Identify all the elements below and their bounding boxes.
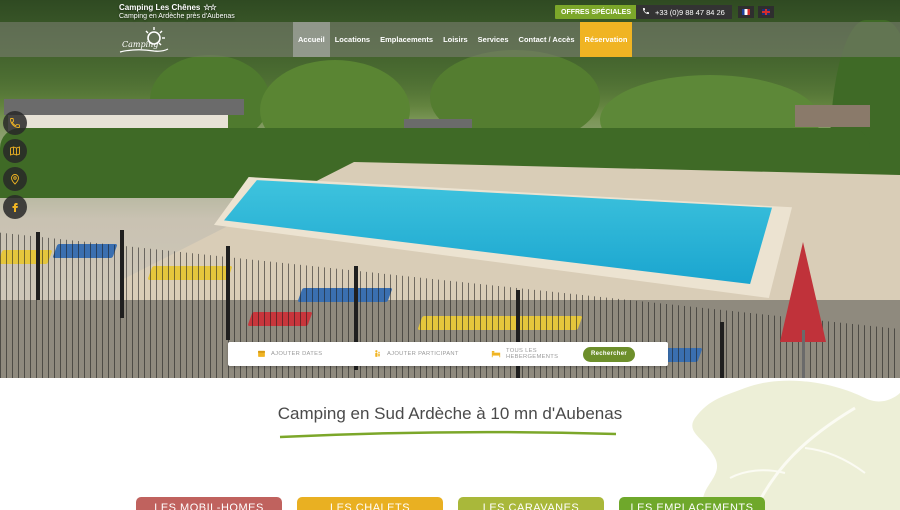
- special-offers-button[interactable]: OFFRES SPÉCIALES: [555, 5, 638, 19]
- title-underline: [279, 430, 617, 439]
- category-chalets[interactable]: Les Chalets: [297, 497, 443, 510]
- chalet-roof: [795, 105, 870, 127]
- nav-locations[interactable]: Locations: [330, 22, 375, 57]
- flag-france-icon: [742, 9, 750, 15]
- parasol-pole: [802, 330, 805, 378]
- flag-uk-icon: [762, 9, 770, 15]
- phone-number: +33 (0)9 88 47 84 26: [655, 7, 725, 17]
- accommodation-categories: Les Mobil-homes Les Chalets Les Caravane…: [136, 497, 765, 510]
- calendar-icon: [257, 349, 266, 360]
- mobile-home-roof: [4, 99, 244, 115]
- site-logo[interactable]: Camping: [118, 24, 170, 56]
- phone-link[interactable]: +33 (0)9 88 47 84 26: [636, 5, 732, 19]
- phone-icon[interactable]: [3, 111, 27, 135]
- phone-icon: [642, 7, 650, 17]
- fence-post: [720, 322, 724, 378]
- nav-accueil[interactable]: Accueil: [293, 22, 330, 57]
- dates-label: Ajouter dates: [271, 351, 323, 357]
- logo-text: Camping: [122, 40, 158, 49]
- language-en-button[interactable]: [758, 6, 774, 18]
- main-nav: Accueil Locations Emplacements Loisirs S…: [293, 22, 633, 57]
- brand-name: Camping Les Chênes: [119, 3, 201, 12]
- side-quick-links: [3, 111, 27, 223]
- category-emplacements[interactable]: Les Emplacements: [619, 497, 765, 510]
- page-title: Camping en Sud Ardèche à 10 mn d'Aubenas: [277, 404, 623, 423]
- category-caravanes[interactable]: Les Caravanes: [458, 497, 604, 510]
- booking-search-bar: Ajouter dates Ajouter participant Tous l…: [228, 342, 668, 366]
- participants-field[interactable]: Ajouter participant: [349, 342, 469, 366]
- nav-services[interactable]: Services: [473, 22, 514, 57]
- people-icon: [373, 349, 382, 360]
- types-label: Tous les hebergements: [506, 348, 559, 360]
- dates-field[interactable]: Ajouter dates: [228, 342, 349, 366]
- language-fr-button[interactable]: [738, 6, 754, 18]
- fence-post: [36, 232, 40, 300]
- nav-contact[interactable]: Contact / Accès: [514, 22, 580, 57]
- category-mobil-homes[interactable]: Les Mobil-homes: [136, 497, 282, 510]
- participants-label: Ajouter participant: [387, 351, 459, 357]
- accommodation-type-field[interactable]: Tous les hebergements: [469, 342, 583, 366]
- leaf-decoration: [685, 378, 900, 510]
- nav-loisirs[interactable]: Loisirs: [438, 22, 473, 57]
- nav-emplacements[interactable]: Emplacements: [375, 22, 438, 57]
- bed-icon: [491, 349, 501, 360]
- star-rating: ☆☆: [203, 3, 216, 12]
- brand-subtitle: Camping en Ardèche près d'Aubenas: [119, 13, 235, 20]
- brand-block[interactable]: Camping Les Chênes ☆☆ Camping en Ardèche…: [119, 3, 235, 20]
- location-pin-icon[interactable]: [3, 167, 27, 191]
- brand-name-row: Camping Les Chênes ☆☆: [119, 3, 235, 12]
- nav-reservation-button[interactable]: Réservation: [579, 22, 633, 57]
- facebook-icon[interactable]: [3, 195, 27, 219]
- fence-post: [120, 230, 124, 318]
- fence-post: [226, 246, 230, 340]
- map-icon[interactable]: [3, 139, 27, 163]
- search-button[interactable]: Rechercher: [583, 346, 636, 362]
